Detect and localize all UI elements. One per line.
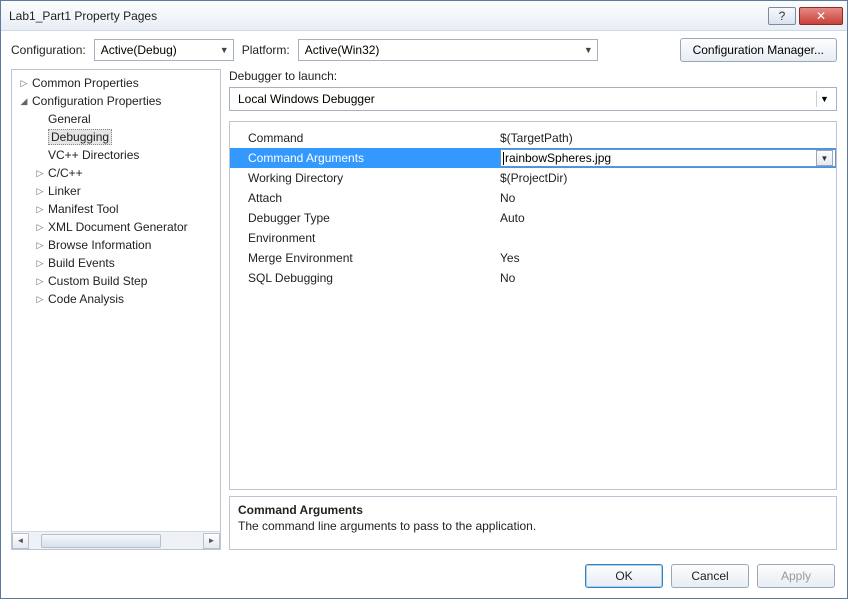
dialog-footer: OK Cancel Apply xyxy=(1,554,847,598)
help-icon: ? xyxy=(779,9,786,23)
close-icon: ✕ xyxy=(816,9,826,23)
scroll-thumb[interactable] xyxy=(41,534,161,548)
expand-icon[interactable]: ▷ xyxy=(34,294,46,305)
tree-item-general[interactable]: General xyxy=(14,110,218,128)
grid-row-merge-environment[interactable]: Merge EnvironmentYes xyxy=(230,248,836,268)
command-arguments-input[interactable]: rainbowSpheres.jpg▼ xyxy=(500,149,836,167)
grid-row-sql-debugging[interactable]: SQL DebuggingNo xyxy=(230,268,836,288)
configuration-manager-button[interactable]: Configuration Manager... xyxy=(680,38,837,62)
tree-item-build-events[interactable]: ▷Build Events xyxy=(14,254,218,272)
description-title: Command Arguments xyxy=(238,503,828,517)
grid-row-environment[interactable]: Environment xyxy=(230,228,836,248)
tree-item-xml-document-generator[interactable]: ▷XML Document Generator xyxy=(14,218,218,236)
cancel-button[interactable]: Cancel xyxy=(671,564,749,588)
tree-item-ccpp[interactable]: ▷C/C++ xyxy=(14,164,218,182)
property-tree[interactable]: ▷Common Properties ◢Configuration Proper… xyxy=(12,70,220,531)
grid-row-command[interactable]: Command$(TargetPath) xyxy=(230,128,836,148)
configuration-combo[interactable]: Active(Debug) ▼ xyxy=(94,39,234,61)
grid-row-debugger-type[interactable]: Debugger TypeAuto xyxy=(230,208,836,228)
expand-icon[interactable]: ▷ xyxy=(34,222,46,233)
configuration-value: Active(Debug) xyxy=(101,43,177,57)
expand-icon[interactable]: ▷ xyxy=(34,240,46,251)
tree-horizontal-scrollbar[interactable]: ◄ ► xyxy=(12,531,220,549)
expand-icon[interactable]: ▷ xyxy=(34,168,46,179)
chevron-down-icon: ▼ xyxy=(816,91,832,107)
platform-combo[interactable]: Active(Win32) ▼ xyxy=(298,39,598,61)
tree-item-common-properties[interactable]: ▷Common Properties xyxy=(14,74,218,92)
config-toolbar: Configuration: Active(Debug) ▼ Platform:… xyxy=(1,31,847,69)
scroll-right-icon[interactable]: ► xyxy=(203,533,220,549)
grid-row-working-directory[interactable]: Working Directory$(ProjectDir) xyxy=(230,168,836,188)
configuration-label: Configuration: xyxy=(11,43,86,57)
debugger-value: Local Windows Debugger xyxy=(238,92,375,106)
tree-item-debugging[interactable]: Debugging xyxy=(14,128,218,146)
tree-item-custom-build-step[interactable]: ▷Custom Build Step xyxy=(14,272,218,290)
expand-icon[interactable]: ▷ xyxy=(34,258,46,269)
body: ▷Common Properties ◢Configuration Proper… xyxy=(1,69,847,554)
chevron-down-icon: ▼ xyxy=(220,45,229,55)
platform-value: Active(Win32) xyxy=(305,43,380,57)
expand-icon[interactable]: ▷ xyxy=(34,186,46,197)
debugger-to-launch-label: Debugger to launch: xyxy=(229,69,837,83)
scroll-track[interactable] xyxy=(29,533,203,549)
window-title: Lab1_Part1 Property Pages xyxy=(9,9,768,23)
dropdown-button[interactable]: ▼ xyxy=(816,150,833,166)
tree-item-manifest-tool[interactable]: ▷Manifest Tool xyxy=(14,200,218,218)
platform-label: Platform: xyxy=(242,43,290,57)
chevron-down-icon: ▼ xyxy=(584,45,593,55)
property-grid-rows: Command$(TargetPath) Command Arguments r… xyxy=(230,122,836,489)
expand-icon[interactable]: ▷ xyxy=(18,78,30,89)
right-panel: Debugger to launch: Local Windows Debugg… xyxy=(229,69,837,550)
scroll-left-icon[interactable]: ◄ xyxy=(12,533,29,549)
grid-row-command-arguments[interactable]: Command Arguments rainbowSpheres.jpg▼ xyxy=(230,148,836,168)
tree-item-linker[interactable]: ▷Linker xyxy=(14,182,218,200)
ok-button[interactable]: OK xyxy=(585,564,663,588)
titlebar: Lab1_Part1 Property Pages ? ✕ xyxy=(1,1,847,31)
collapse-icon[interactable]: ◢ xyxy=(18,96,30,107)
titlebar-buttons: ? ✕ xyxy=(768,7,843,25)
tree-item-code-analysis[interactable]: ▷Code Analysis xyxy=(14,290,218,308)
tree-item-browse-information[interactable]: ▷Browse Information xyxy=(14,236,218,254)
description-panel: Command Arguments The command line argum… xyxy=(229,496,837,550)
tree-item-vcpp-directories[interactable]: VC++ Directories xyxy=(14,146,218,164)
expand-icon[interactable]: ▷ xyxy=(34,276,46,287)
tree-item-configuration-properties[interactable]: ◢Configuration Properties xyxy=(14,92,218,110)
tree-panel: ▷Common Properties ◢Configuration Proper… xyxy=(11,69,221,550)
apply-button[interactable]: Apply xyxy=(757,564,835,588)
expand-icon[interactable]: ▷ xyxy=(34,204,46,215)
debugger-to-launch-combo[interactable]: Local Windows Debugger ▼ xyxy=(229,87,837,111)
property-grid: Command$(TargetPath) Command Arguments r… xyxy=(229,121,837,490)
help-button[interactable]: ? xyxy=(768,7,796,25)
property-pages-window: Lab1_Part1 Property Pages ? ✕ Configurat… xyxy=(0,0,848,599)
close-button[interactable]: ✕ xyxy=(799,7,843,25)
description-text: The command line arguments to pass to th… xyxy=(238,519,828,533)
text-caret xyxy=(503,152,504,165)
grid-row-attach[interactable]: AttachNo xyxy=(230,188,836,208)
